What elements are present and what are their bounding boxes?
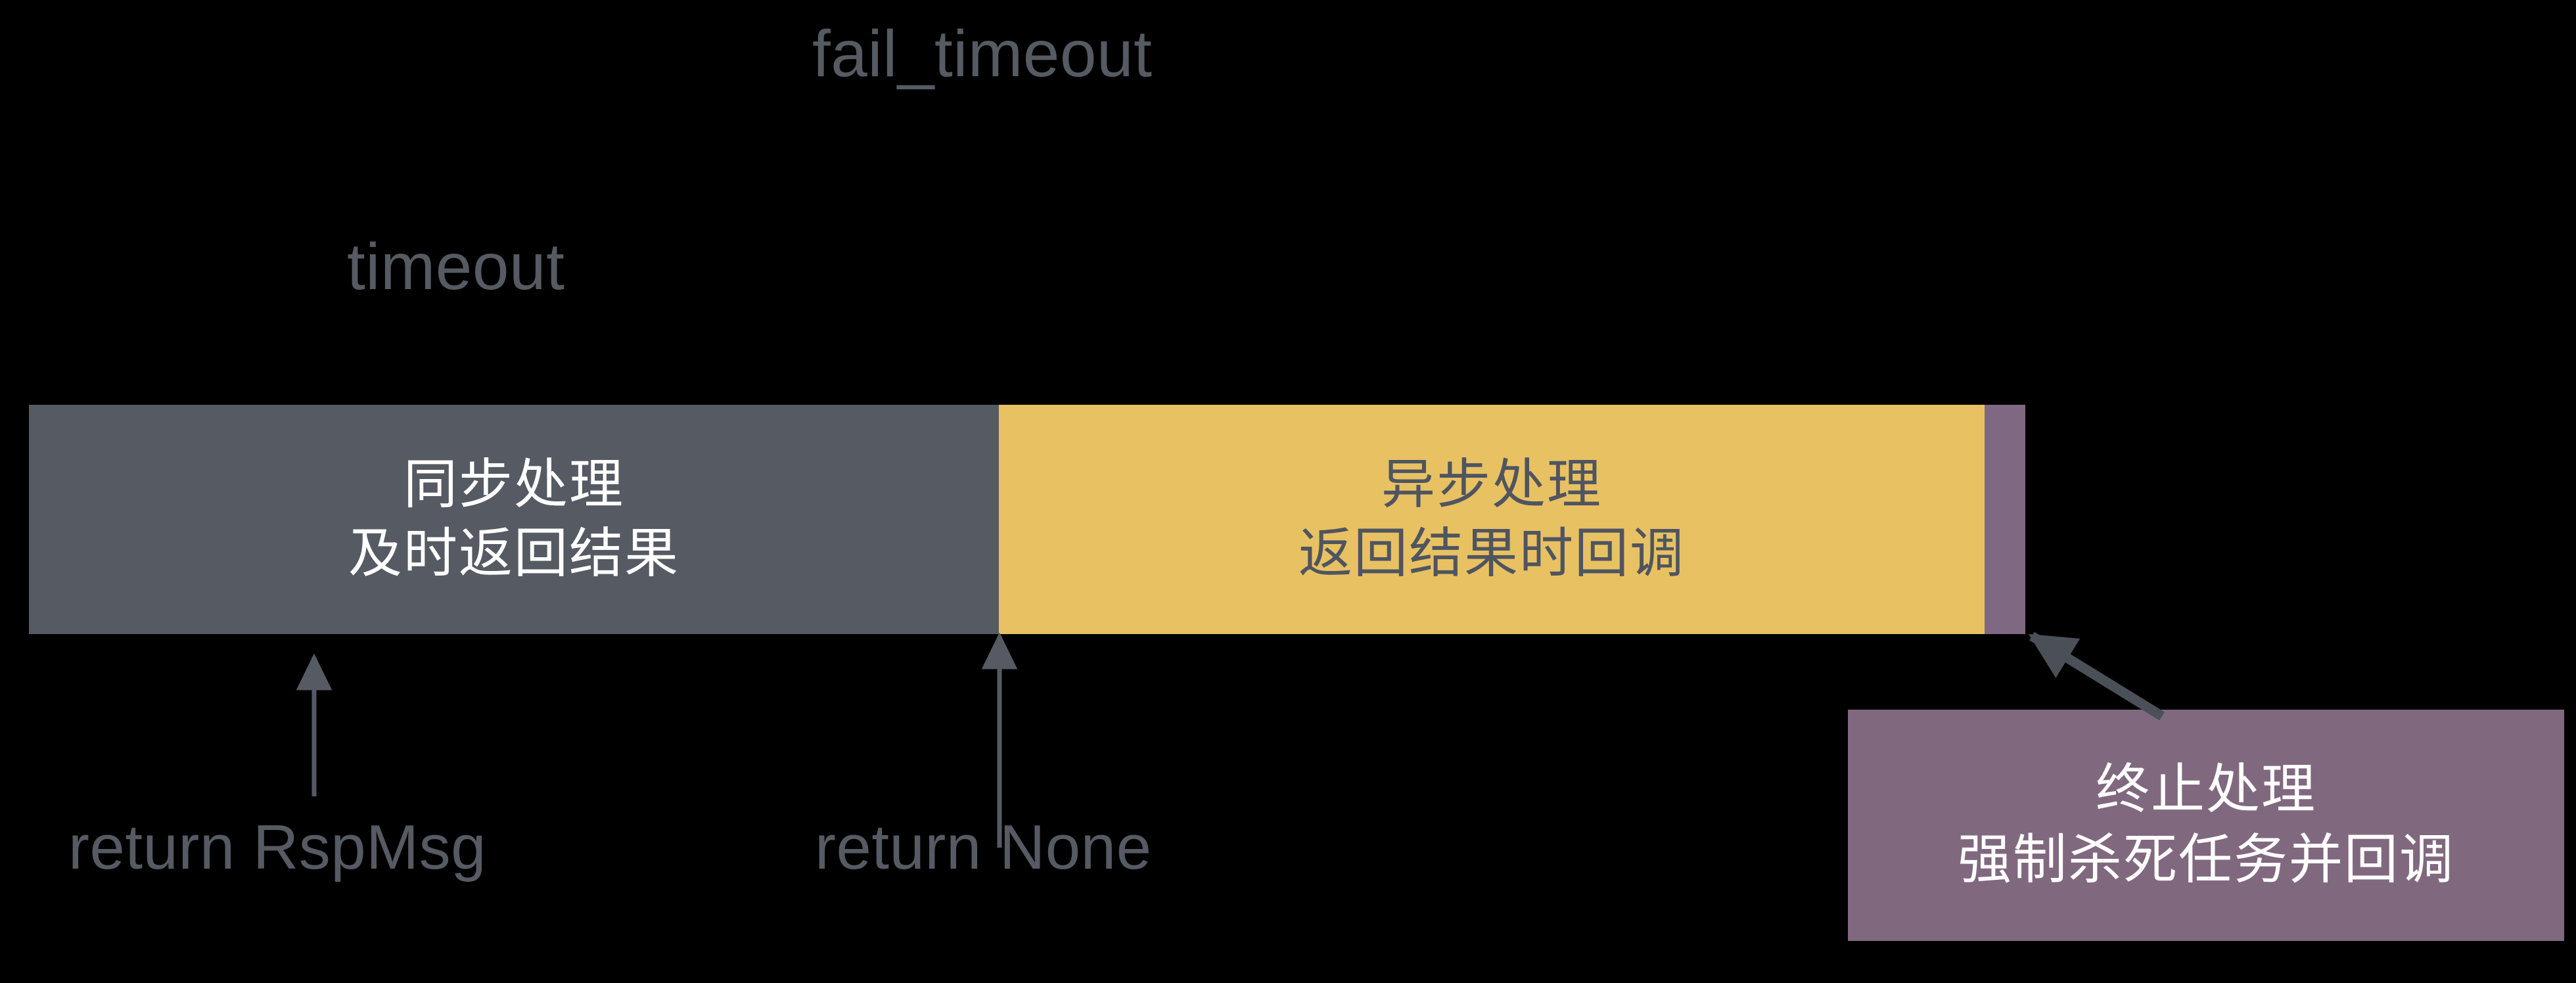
timeline-segment-async[interactable]: 异步处理 返回结果时回调 xyxy=(999,405,1985,634)
timeline-bar: 同步处理 及时返回结果 异步处理 返回结果时回调 xyxy=(29,405,2025,634)
return-none-label: return None xyxy=(815,812,1152,882)
terminate-callout-subtitle: 强制杀死任务并回调 xyxy=(1957,830,2454,890)
timeline-segment-sync[interactable]: 同步处理 及时返回结果 xyxy=(29,405,999,634)
terminate-callout-title: 终止处理 xyxy=(2095,760,2316,820)
arrow-up-left-icon-terminate xyxy=(2028,631,2165,721)
return-rspmsg-label: return RspMsg xyxy=(68,812,487,882)
diagram-canvas: fail_timeout timeout 同步处理 及时返回结果 异步处理 返回… xyxy=(0,0,2576,983)
segment-sync-subtitle: 及时返回结果 xyxy=(348,523,679,583)
fail-timeout-label: fail_timeout xyxy=(812,17,1153,91)
segment-async-subtitle: 返回结果时回调 xyxy=(1298,523,1685,583)
segment-async-title: 异步处理 xyxy=(1381,454,1602,514)
timeline-segment-terminate[interactable] xyxy=(1985,405,2025,634)
terminate-callout-box[interactable]: 终止处理 强制杀死任务并回调 xyxy=(1848,710,2564,941)
timeout-label: timeout xyxy=(347,230,565,304)
segment-sync-title: 同步处理 xyxy=(403,454,624,514)
